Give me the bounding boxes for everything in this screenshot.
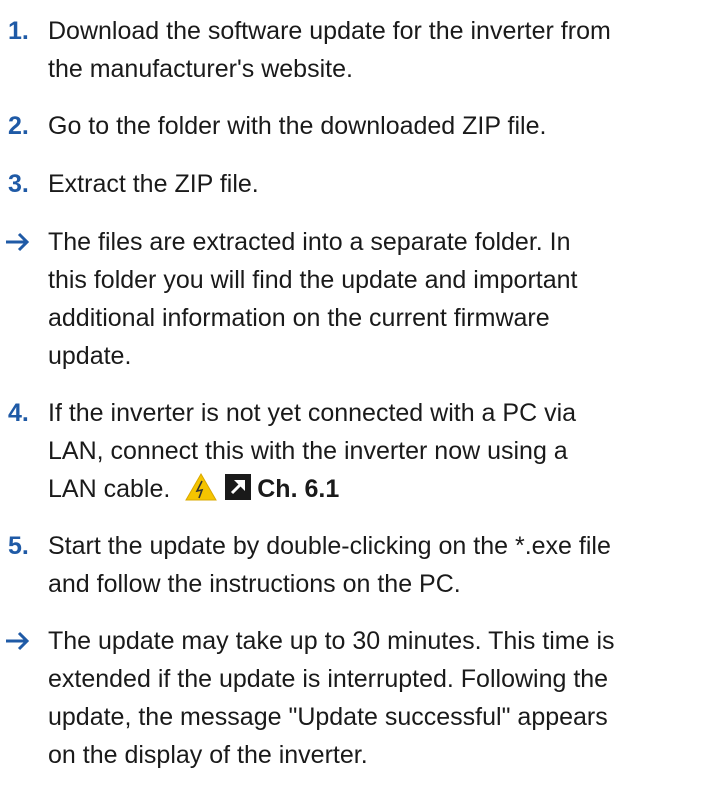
step-2: 2. Go to the folder with the downloaded … bbox=[0, 107, 701, 145]
text-line: extended if the update is interrupted. F… bbox=[48, 665, 609, 693]
arrow-icon bbox=[5, 622, 33, 660]
step-number: 2. bbox=[8, 112, 29, 140]
text-line: update. bbox=[48, 342, 132, 370]
text-line: and follow the instructions on the PC. bbox=[48, 570, 461, 598]
text-line: The files are extracted into a separate … bbox=[48, 228, 571, 256]
text-line: update, the message "Update successful" … bbox=[48, 703, 608, 731]
text-line: Extract the ZIP file. bbox=[48, 170, 259, 198]
cross-reference-icon[interactable] bbox=[225, 474, 252, 500]
result-2: The update may take up to 30 minutes. Th… bbox=[0, 622, 701, 774]
text-line: LAN cable. bbox=[48, 475, 171, 503]
step-5: 5. Start the update by double-clicking o… bbox=[0, 527, 701, 603]
step-3: 3. Extract the ZIP file. bbox=[0, 165, 701, 203]
text-line: If the inverter is not yet connected wit… bbox=[48, 399, 577, 427]
text-line: Go to the folder with the downloaded ZIP… bbox=[48, 112, 547, 140]
step-1: 1. Download the software update for the … bbox=[0, 12, 701, 88]
step-4: 4. If the inverter is not yet connected … bbox=[0, 394, 701, 508]
instruction-page: 1. Download the software update for the … bbox=[0, 0, 701, 796]
step-number: 4. bbox=[8, 399, 29, 427]
result-text: The update may take up to 30 minutes. Th… bbox=[48, 622, 693, 774]
step-text: If the inverter is not yet connected wit… bbox=[48, 394, 693, 508]
result-text: The files are extracted into a separate … bbox=[48, 223, 693, 375]
electrical-warning-icon bbox=[185, 473, 218, 501]
arrow-icon bbox=[5, 223, 33, 261]
step-text: Download the software update for the inv… bbox=[48, 12, 693, 88]
text-line: The update may take up to 30 minutes. Th… bbox=[48, 627, 615, 655]
step-number: 3. bbox=[8, 170, 29, 198]
step-text: Go to the folder with the downloaded ZIP… bbox=[48, 107, 693, 145]
step-number: 5. bbox=[8, 532, 29, 560]
text-line: on the display of the inverter. bbox=[48, 741, 368, 769]
chapter-link[interactable]: Ch. 6.1 bbox=[257, 475, 339, 503]
text-line: LAN, connect this with the inverter now … bbox=[48, 437, 568, 465]
step-text: Start the update by double-clicking on t… bbox=[48, 527, 693, 603]
step-text: Extract the ZIP file. bbox=[48, 165, 693, 203]
text-line: Start the update by double-clicking on t… bbox=[48, 532, 611, 560]
step-number: 1. bbox=[8, 17, 29, 45]
result-1: The files are extracted into a separate … bbox=[0, 223, 701, 375]
text-line: Download the software update for the inv… bbox=[48, 17, 611, 45]
text-line: this folder you will find the update and… bbox=[48, 266, 578, 294]
text-line: the manufacturer's website. bbox=[48, 55, 353, 83]
text-line: additional information on the current fi… bbox=[48, 304, 550, 332]
